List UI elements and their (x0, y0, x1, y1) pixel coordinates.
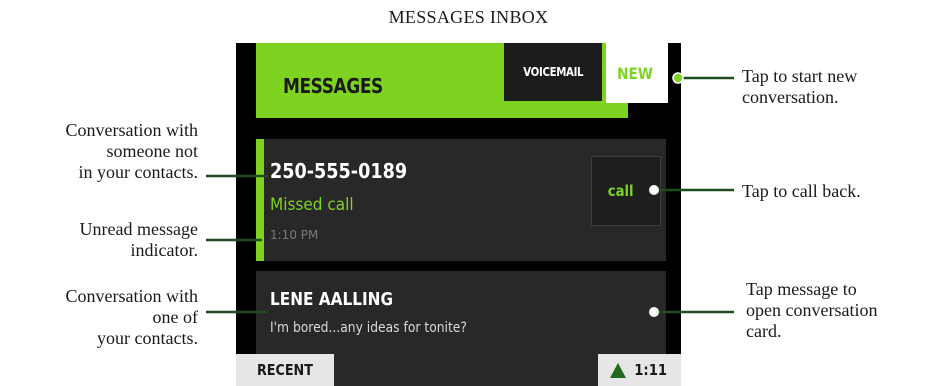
annotation-unread-indicator: Unread message indicator. (79, 219, 198, 260)
messages-screen: MESSAGES VOICEMAIL NEW 250-555-0189 Miss… (236, 43, 681, 386)
voicemail-label: VOICEMAIL (523, 65, 583, 79)
signal-icon (609, 362, 626, 378)
page-title: MESSAGES (283, 74, 383, 98)
conversation-time: 1:10 PM (270, 228, 319, 242)
call-button[interactable]: call (591, 156, 661, 226)
call-label: call (608, 182, 634, 200)
annotation-new-conversation: Tap to start new conversation. (742, 66, 858, 107)
figure-title: MESSAGES INBOX (388, 7, 549, 27)
header: MESSAGES VOICEMAIL NEW (236, 43, 681, 118)
conversation-title: 250-555-0189 (270, 159, 408, 183)
annotation-open-card: Tap message to open conversation card. (746, 279, 878, 341)
conversation-row-unknown[interactable]: 250-555-0189 Missed call 1:10 PM call (256, 139, 666, 261)
annotation-known-contact: Conversation with one of your contacts. (65, 286, 199, 348)
new-label: NEW (617, 63, 653, 83)
message-preview: I'm bored...any ideas for tonite? (270, 320, 467, 336)
recent-label: RECENT (257, 361, 313, 379)
conversation-title: LENE AALLING (270, 289, 394, 310)
conversation-status: Missed call (270, 195, 354, 215)
status-clock: 1:11 (598, 354, 681, 386)
clock-time: 1:11 (634, 361, 667, 379)
annotation-call-back: Tap to call back. (742, 181, 861, 201)
new-conversation-button[interactable]: NEW (606, 43, 668, 103)
recent-button[interactable]: RECENT (236, 354, 334, 386)
voicemail-button[interactable]: VOICEMAIL (504, 43, 602, 101)
unread-indicator (256, 139, 264, 261)
annotation-unknown-contact: Conversation with someone not in your co… (65, 120, 199, 182)
